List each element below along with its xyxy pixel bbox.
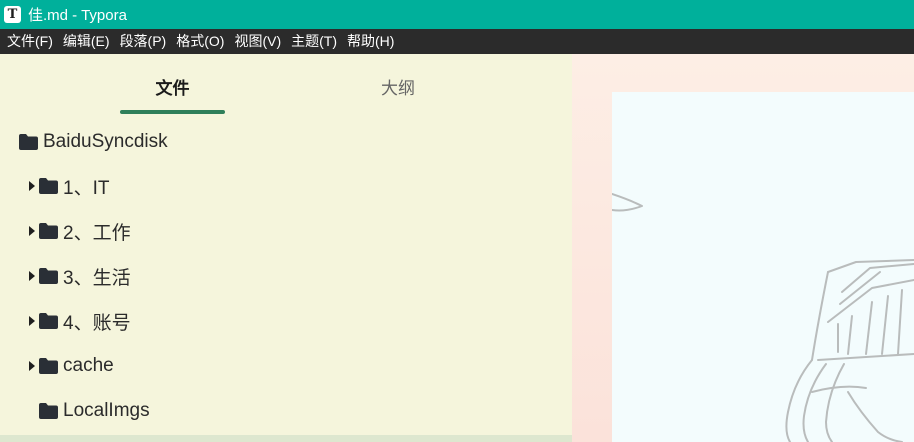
window-title: 佳.md - Typora: [28, 7, 127, 24]
tree-item-account[interactable]: 4、账号: [29, 307, 131, 335]
tree-item-localimgs[interactable]: LocalImgs: [39, 397, 150, 425]
tree-item-label: 4、账号: [63, 312, 131, 334]
menu-file[interactable]: 文件(F): [2, 29, 58, 54]
caret-right-icon[interactable]: [29, 181, 35, 191]
tree-item-work[interactable]: 2、工作: [29, 217, 131, 245]
folder-icon: [39, 268, 58, 284]
tree-item-cache[interactable]: cache: [29, 352, 114, 380]
tree-item-label: 1、IT: [63, 177, 110, 199]
title-bar: T 佳.md - Typora: [0, 0, 914, 29]
caret-right-icon[interactable]: [29, 316, 35, 326]
editor-page[interactable]: [612, 92, 914, 442]
line-art-illustration: [612, 193, 914, 442]
menu-edit[interactable]: 编辑(E): [58, 29, 115, 54]
tree-item-label: LocalImgs: [63, 400, 150, 421]
tree-root-label: BaiduSyncdisk: [43, 131, 168, 152]
menu-view[interactable]: 视图(V): [229, 29, 286, 54]
folder-icon: [39, 223, 58, 239]
tree-item-label: 2、工作: [63, 222, 131, 244]
tab-files[interactable]: 文件: [120, 74, 225, 102]
menu-paragraph[interactable]: 段落(P): [115, 29, 172, 54]
folder-icon: [39, 313, 58, 329]
menu-bar: 文件(F) 编辑(E) 段落(P) 格式(O) 视图(V) 主题(T) 帮助(H…: [0, 29, 914, 54]
editor-area[interactable]: [572, 54, 914, 442]
typora-logo-icon: T: [4, 6, 21, 23]
caret-right-icon[interactable]: [29, 271, 35, 281]
caret-right-icon[interactable]: [29, 361, 35, 371]
folder-icon: [19, 134, 38, 150]
tree-root-folder[interactable]: BaiduSyncdisk: [19, 128, 168, 156]
tree-item-life[interactable]: 3、生活: [29, 262, 131, 290]
folder-icon: [39, 403, 58, 419]
tree-item-label: cache: [63, 355, 114, 376]
menu-theme[interactable]: 主题(T): [286, 29, 342, 54]
tree-item-label: 3、生活: [63, 267, 131, 289]
tab-outline[interactable]: 大纲: [345, 74, 451, 102]
selected-row-highlight: [0, 435, 572, 442]
menu-help[interactable]: 帮助(H): [342, 29, 399, 54]
file-sidebar: 文件 大纲 BaiduSyncdisk 1、IT 2、工作 3、生活 4、账号 …: [0, 54, 572, 442]
caret-right-icon[interactable]: [29, 226, 35, 236]
active-tab-indicator: [120, 110, 225, 114]
menu-format[interactable]: 格式(O): [171, 29, 229, 54]
folder-icon: [39, 358, 58, 374]
folder-icon: [39, 178, 58, 194]
tree-item-it[interactable]: 1、IT: [29, 172, 109, 200]
